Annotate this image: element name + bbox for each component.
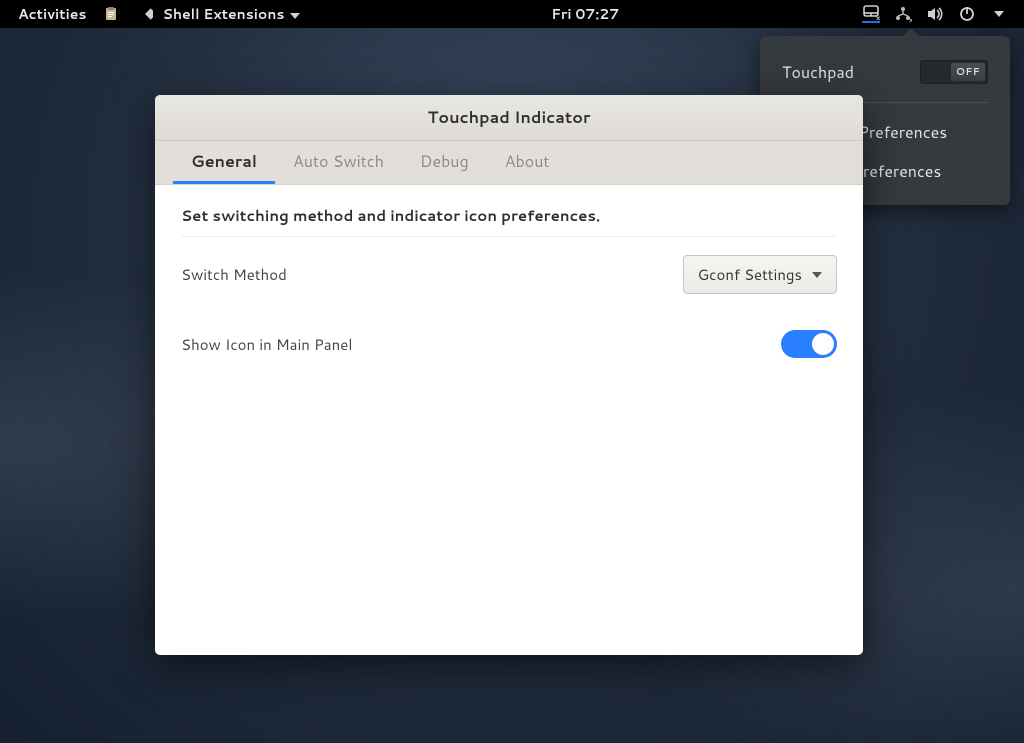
switch-method-dropdown[interactable]: Gconf Settings	[683, 255, 837, 294]
extensions-icon	[136, 5, 154, 23]
row-label: Switch Method	[181, 264, 287, 285]
activities-label: Activities	[18, 4, 86, 24]
dialog-titlebar[interactable]: Touchpad Indicator	[155, 95, 863, 141]
dialog-content: Set switching method and indicator icon …	[155, 185, 863, 390]
popover-title: Touchpad	[782, 61, 854, 84]
dialog-title: Touchpad Indicator	[428, 106, 591, 129]
toggle-knob: OFF	[951, 63, 985, 81]
preferences-dialog: Touchpad Indicator General Auto Switch D…	[155, 95, 863, 655]
activities-button[interactable]: Activities	[10, 0, 94, 28]
tab-label: About	[505, 150, 550, 173]
tab-label: General	[191, 150, 257, 173]
clock-label: Fri 07:27	[551, 4, 619, 24]
show-icon-switch[interactable]	[781, 330, 837, 358]
system-menu-caret-icon[interactable]	[990, 5, 1008, 23]
toggle-state-label: OFF	[956, 65, 980, 79]
tab-general[interactable]: General	[173, 141, 275, 184]
power-icon[interactable]	[958, 5, 976, 23]
row-show-icon: Show Icon in Main Panel	[181, 312, 837, 376]
caret-down-icon	[290, 4, 300, 24]
tab-debug[interactable]: Debug	[402, 141, 487, 184]
row-switch-method: Switch Method Gconf Settings	[181, 237, 837, 312]
svg-text:x: x	[876, 13, 880, 21]
status-area: x x	[862, 5, 1014, 23]
volume-icon[interactable]	[926, 5, 944, 23]
tab-about[interactable]: About	[487, 141, 568, 184]
popover-touchpad-row: Touchpad OFF	[760, 52, 1010, 92]
app-menu-label: Shell Extensions	[162, 4, 284, 24]
clipboard-indicator[interactable]	[94, 0, 128, 28]
clipboard-icon	[102, 5, 120, 23]
tab-bar: General Auto Switch Debug About	[155, 141, 863, 185]
dropdown-value: Gconf Settings	[698, 264, 802, 285]
app-menu[interactable]: Shell Extensions	[128, 0, 308, 28]
section-description: Set switching method and indicator icon …	[181, 199, 837, 237]
clock[interactable]: Fri 07:27	[543, 0, 627, 28]
tab-auto-switch[interactable]: Auto Switch	[275, 141, 402, 184]
caret-down-icon	[812, 272, 822, 278]
top-bar: Activities Shell Extensions Fri 07:27 x …	[0, 0, 1024, 28]
tab-label: Auto Switch	[293, 150, 384, 173]
touchpad-toggle[interactable]: OFF	[920, 60, 988, 84]
network-icon[interactable]: x	[894, 5, 912, 23]
tab-label: Debug	[420, 150, 469, 173]
svg-text:x: x	[909, 15, 912, 23]
switch-knob	[812, 333, 834, 355]
row-label: Show Icon in Main Panel	[181, 334, 352, 355]
touchpad-indicator-icon[interactable]: x	[862, 5, 880, 23]
